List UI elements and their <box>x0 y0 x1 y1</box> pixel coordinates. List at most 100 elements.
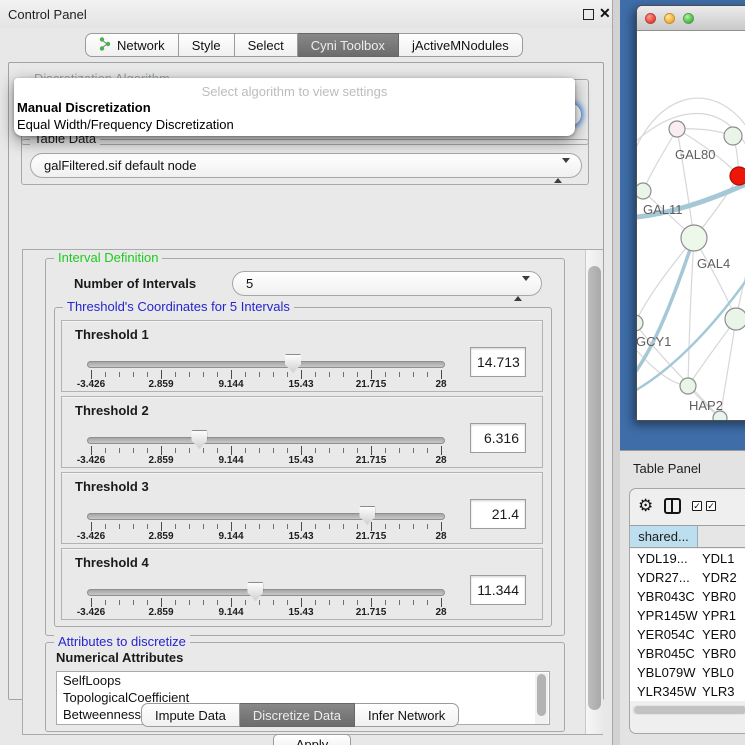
tab-jactivemnodules[interactable]: jActiveMNodules <box>399 33 523 57</box>
node-right-mid[interactable] <box>725 308 745 330</box>
checkbox-icon[interactable]: ✓ <box>692 501 702 511</box>
table-row[interactable]: YPR145WYPR1 <box>630 606 745 625</box>
table-data-select[interactable]: galFiltered.sif default node <box>30 153 582 178</box>
float-window-icon[interactable] <box>583 9 594 20</box>
slider-major-tick <box>91 598 92 607</box>
threshold-value-field[interactable]: 11.344 <box>470 575 526 605</box>
tick-label: -3.426 <box>77 379 105 390</box>
node-gal80[interactable] <box>669 121 685 137</box>
slider-track[interactable] <box>87 437 445 444</box>
tab-label: Network <box>117 38 165 53</box>
table-cell[interactable]: YBR0 <box>698 644 745 663</box>
table-cell[interactable]: YDR2 <box>698 568 745 587</box>
num-intervals-label: Number of Intervals <box>74 276 196 291</box>
network-graph: GAL80 GAL11 GAL4 GCY1 HAP2 H GA C <box>637 32 745 421</box>
table-cell[interactable]: YDR27... <box>630 568 698 587</box>
tick-label: 2.859 <box>148 455 173 466</box>
slider-track[interactable] <box>87 589 445 596</box>
network-canvas[interactable]: GAL80 GAL11 GAL4 GCY1 HAP2 H GA C <box>637 32 745 421</box>
table-cell[interactable]: YDL19... <box>630 549 698 568</box>
tab-discretize-data[interactable]: Discretize Data <box>240 703 355 727</box>
close-traffic-light-icon[interactable] <box>645 13 656 24</box>
apply-button[interactable]: Apply <box>273 734 351 745</box>
slider-handle[interactable] <box>247 582 263 601</box>
table-row[interactable]: YER054CYER0 <box>630 625 745 644</box>
table-cell[interactable]: YBL079W <box>630 663 698 682</box>
tab-network[interactable]: Network <box>85 33 179 57</box>
vertical-scrollbar-thumb[interactable] <box>588 266 601 710</box>
column-header-name[interactable]: n <box>698 526 745 547</box>
node-label-gal80: GAL80 <box>675 147 715 162</box>
table-row[interactable]: YDR27...YDR2 <box>630 568 745 587</box>
table-row[interactable]: YBL079WYBL0 <box>630 663 745 682</box>
tab-impute-data[interactable]: Impute Data <box>141 703 240 727</box>
slider-major-tick <box>371 522 372 531</box>
slider-handle[interactable] <box>191 430 207 449</box>
threshold-value-field[interactable]: 6.316 <box>470 423 526 453</box>
slider-minor-ticks <box>91 600 442 605</box>
tick-label: 15.43 <box>288 455 313 466</box>
slider-track[interactable] <box>87 513 445 520</box>
table-cell[interactable]: YLR3 <box>698 682 745 701</box>
tick-label: 28 <box>435 379 446 390</box>
slider-track[interactable] <box>87 361 445 368</box>
tab-cyni-toolbox[interactable]: Cyni Toolbox <box>298 33 399 57</box>
node-gal4[interactable] <box>681 225 707 251</box>
threshold-label: Threshold 4 <box>75 555 149 570</box>
table-cell[interactable]: YBR0 <box>698 587 745 606</box>
node-selected-red[interactable] <box>730 167 745 185</box>
slider-handle[interactable] <box>285 354 301 373</box>
table-cell[interactable]: YER054C <box>630 625 698 644</box>
tab-label: Cyni Toolbox <box>311 38 385 53</box>
table-cell[interactable]: YBL0 <box>698 663 745 682</box>
threshold-panel-4: Threshold 4-3.4262.8599.14415.4321.71528… <box>61 548 543 620</box>
bottom-tab-bar: Impute DataDiscretize DataInfer Network <box>141 703 459 727</box>
panel-divider[interactable] <box>612 0 620 745</box>
vertical-scrollbar[interactable] <box>585 250 603 734</box>
table-row[interactable]: YBR045CYBR0 <box>630 644 745 663</box>
list-scrollbar-thumb[interactable] <box>537 674 546 716</box>
table-cell[interactable]: YDL1 <box>698 549 745 568</box>
table-row[interactable]: YBR043CYBR0 <box>630 587 745 606</box>
gear-icon[interactable]: ⚙ <box>638 497 653 514</box>
num-intervals-select[interactable]: 5 <box>232 271 542 296</box>
table-cell[interactable]: YLR345W <box>630 682 698 701</box>
checkbox-icon[interactable]: ✓ <box>706 501 716 511</box>
slider-handle[interactable] <box>359 506 375 525</box>
node-gal11[interactable] <box>637 183 651 199</box>
table-cell[interactable]: YBR043C <box>630 587 698 606</box>
tab-label: jActiveMNodules <box>412 38 509 53</box>
tab-select[interactable]: Select <box>235 33 298 57</box>
tab-infer-network[interactable]: Infer Network <box>355 703 459 727</box>
column-header-shared-name[interactable]: shared... <box>630 526 698 547</box>
threshold-value-field[interactable]: 14.713 <box>470 347 526 377</box>
table-cell[interactable]: YER0 <box>698 625 745 644</box>
minimize-traffic-light-icon[interactable] <box>664 13 675 24</box>
control-panel: Control Panel ✕ Network StyleSelect Cyni T… <box>0 0 612 745</box>
node-gcy1[interactable] <box>637 315 643 331</box>
slider-major-tick <box>161 446 162 455</box>
algorithm-option-equal-width[interactable]: Equal Width/Frequency Discretization <box>17 117 567 132</box>
tick-label: 2.859 <box>148 379 173 390</box>
table-cell[interactable]: YBR045C <box>630 644 698 663</box>
table-cell[interactable]: YPR145W <box>630 606 698 625</box>
algorithm-option-manual[interactable]: Manual Discretization <box>17 100 567 115</box>
table-row[interactable]: YDL19...YDL1 <box>630 549 745 568</box>
list-scrollbar[interactable] <box>535 673 548 724</box>
slider-major-tick <box>441 370 442 379</box>
table-cell[interactable]: YPR1 <box>698 606 745 625</box>
threshold-value-field[interactable]: 21.4 <box>470 499 526 529</box>
slider-major-tick <box>371 598 372 607</box>
node-hap2[interactable] <box>680 378 696 394</box>
node-top-right[interactable] <box>724 127 742 145</box>
table-header-row: shared... n <box>630 525 745 548</box>
split-view-icon[interactable] <box>664 498 681 514</box>
table-row[interactable]: YLR345WYLR3 <box>630 682 745 701</box>
control-panel-titlebar: Control Panel ✕ <box>0 0 612 28</box>
zoom-traffic-light-icon[interactable] <box>683 13 694 24</box>
horizontal-scrollbar[interactable] <box>632 705 745 715</box>
horizontal-scrollbar-thumb[interactable] <box>634 706 745 714</box>
close-icon[interactable]: ✕ <box>599 5 611 22</box>
tab-style[interactable]: Style <box>179 33 235 57</box>
attribute-list-item[interactable]: SelfLoops <box>57 672 549 689</box>
